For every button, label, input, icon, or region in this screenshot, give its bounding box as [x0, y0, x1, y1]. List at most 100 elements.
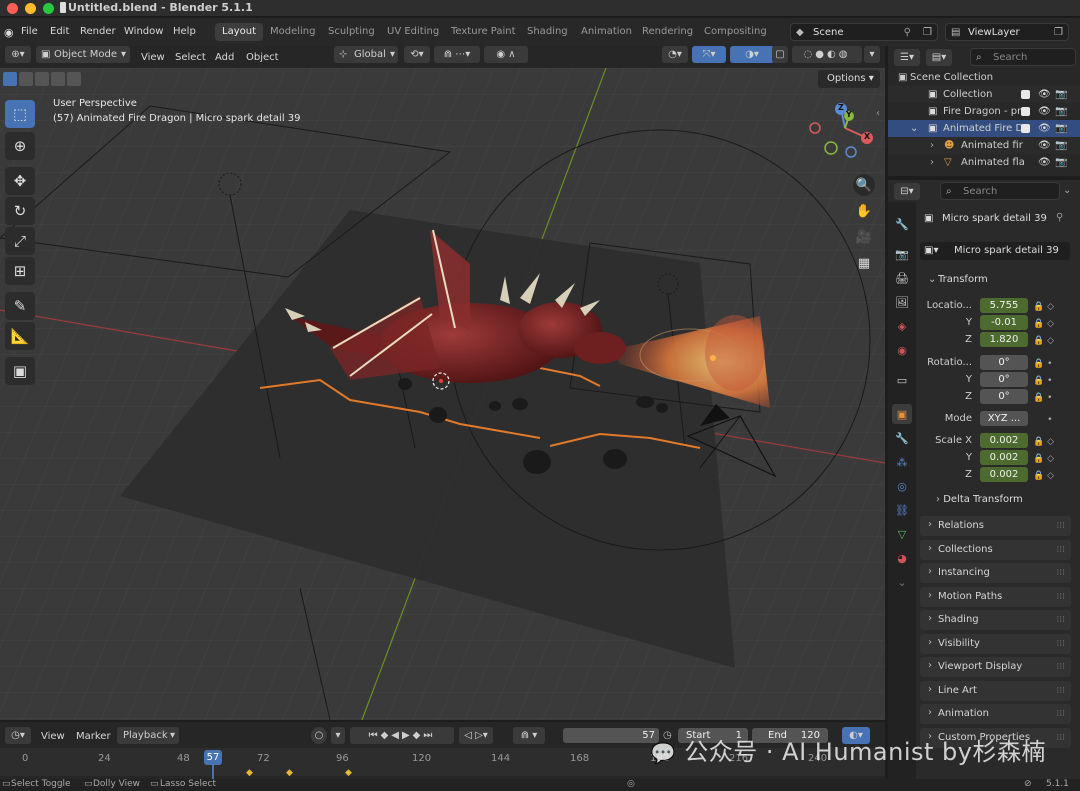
- editor-type-icon[interactable]: ⊕▾: [5, 46, 31, 63]
- tab-modeling[interactable]: Modeling: [263, 23, 323, 41]
- tab-animation[interactable]: Animation: [574, 23, 639, 41]
- move-tool-icon[interactable]: ✥: [5, 167, 35, 195]
- lock-icon[interactable]: 🔒 ◇: [1033, 468, 1063, 485]
- tab-texture-paint[interactable]: Texture Paint: [444, 23, 523, 41]
- transform-panel-header[interactable]: ⌄ Transform: [920, 270, 1071, 290]
- minimize-window-button[interactable]: [25, 3, 36, 14]
- scale-x-field[interactable]: 0.002: [980, 433, 1028, 448]
- tab-sculpting[interactable]: Sculpting: [321, 23, 382, 41]
- xray-icon[interactable]: ▢: [772, 46, 788, 63]
- scene-stats-icon[interactable]: ◎: [627, 779, 635, 789]
- viewport-menu-view[interactable]: View: [141, 49, 165, 66]
- playhead[interactable]: 57: [204, 750, 222, 765]
- properties-search-input[interactable]: ⌕ Search: [940, 182, 1060, 200]
- viewport-menu-select[interactable]: Select: [175, 49, 206, 66]
- camera-icon[interactable]: 📷: [1055, 137, 1067, 154]
- panel-viewport-display[interactable]: Viewport Display ⁞⁞⁞: [920, 656, 1071, 677]
- drag-handle-icon[interactable]: ⁞⁞⁞: [1056, 704, 1065, 724]
- eye-icon[interactable]: 👁: [1038, 103, 1051, 120]
- panel-visibility[interactable]: Visibility ⁞⁞⁞: [920, 633, 1071, 654]
- tool-tab-icon[interactable]: 🔧: [892, 214, 912, 234]
- panel-motion-paths[interactable]: Motion Paths ⁞⁞⁞: [920, 586, 1071, 607]
- outliner-row-collection[interactable]: ▣ Collection 👁 📷: [888, 86, 1080, 103]
- lock-icon[interactable]: 🔒 ◇: [1033, 333, 1063, 350]
- auto-keying-icon[interactable]: ⋒ ▾: [513, 727, 545, 744]
- view-layer-tab-icon[interactable]: 🖼: [892, 292, 912, 312]
- outliner-editor-type-icon[interactable]: ☰▾: [894, 49, 920, 66]
- keyframe-jump-icon[interactable]: ◁ ▷▾: [459, 727, 493, 744]
- new-viewlayer-icon[interactable]: ❐: [1054, 24, 1063, 42]
- exclude-checkbox[interactable]: [1021, 107, 1030, 116]
- select-extend-icon[interactable]: [19, 72, 33, 86]
- cursor-tool-icon[interactable]: ⊕: [5, 132, 35, 160]
- record-icon[interactable]: ○: [311, 727, 327, 744]
- rotation-x-field[interactable]: 0°: [980, 355, 1028, 370]
- camera-icon[interactable]: 📷: [1055, 86, 1067, 103]
- timeline-editor-type-icon[interactable]: ◷▾: [5, 727, 31, 744]
- object-data-field[interactable]: ▣▾ Micro spark detail 39: [920, 242, 1070, 260]
- keyframe-icon[interactable]: ◆: [345, 768, 352, 778]
- outliner-row-animated-flame[interactable]: › ▽ Animated fla 👁 📷: [888, 154, 1080, 171]
- chevron-down-icon[interactable]: ▾: [331, 727, 345, 744]
- modifiers-tab-icon[interactable]: 🔧: [892, 428, 912, 448]
- scale-y-field[interactable]: 0.002: [980, 450, 1028, 465]
- drag-handle-icon[interactable]: ⁞⁞⁞: [1056, 587, 1065, 607]
- viewport-menu-object[interactable]: Object: [246, 49, 279, 66]
- camera-view-icon[interactable]: 🎥: [853, 226, 875, 248]
- pin-icon[interactable]: ⚲: [1056, 212, 1063, 223]
- tab-compositing[interactable]: Compositing: [697, 23, 774, 41]
- output-tab-icon[interactable]: 🖨: [892, 268, 912, 288]
- select-new-icon[interactable]: [3, 72, 17, 86]
- visibility-icon[interactable]: ◔▾: [662, 46, 688, 63]
- camera-icon[interactable]: 📷: [1055, 120, 1067, 137]
- orientation-dropdown[interactable]: ⊹ Global ▾: [334, 46, 398, 63]
- drag-handle-icon[interactable]: ⁞⁞⁞: [1056, 634, 1065, 654]
- eye-icon[interactable]: 👁: [1038, 154, 1051, 171]
- menu-file[interactable]: File: [21, 26, 38, 37]
- chevron-right-icon[interactable]: ›: [930, 137, 934, 154]
- delta-transform-subpanel[interactable]: › Delta Transform: [936, 494, 1023, 505]
- zoom-window-button[interactable]: [43, 3, 54, 14]
- render-tab-icon[interactable]: 📷: [892, 244, 912, 264]
- select-box-tool-icon[interactable]: ⬚: [5, 100, 35, 128]
- gizmo-toggle-icon[interactable]: ⤧▾: [692, 46, 726, 63]
- panel-relations[interactable]: Relations ⁞⁞⁞: [920, 515, 1071, 536]
- eye-icon[interactable]: 👁: [1038, 120, 1051, 137]
- drag-handle-icon[interactable]: ⁞⁞⁞: [1056, 563, 1065, 583]
- pin-icon[interactable]: ⚲: [904, 24, 911, 42]
- lock-icon[interactable]: 🔒 •: [1033, 373, 1063, 390]
- snap-icon[interactable]: ⋒ ⋯▾: [434, 46, 480, 63]
- drag-handle-icon[interactable]: ⁞⁞⁞: [1056, 610, 1065, 630]
- lock-icon[interactable]: 🔒 ◇: [1033, 451, 1063, 468]
- location-z-field[interactable]: 1.820: [980, 332, 1028, 347]
- outliner-row-animated-fire-dragon[interactable]: ⌄ ▣ Animated Fire Dr 👁 📷: [888, 120, 1080, 137]
- rotation-z-field[interactable]: 0°: [980, 389, 1028, 404]
- measure-tool-icon[interactable]: 📐: [5, 322, 35, 350]
- panel-instancing[interactable]: Instancing ⁞⁞⁞: [920, 562, 1071, 583]
- shading-options-icon[interactable]: ▾: [864, 46, 880, 63]
- lock-icon[interactable]: 🔒 ◇: [1033, 434, 1063, 451]
- outliner-search-input[interactable]: ⌕ Search: [970, 48, 1076, 66]
- rotation-mode-dropdown[interactable]: XYZ ...: [980, 411, 1028, 426]
- annotate-tool-icon[interactable]: ✎: [5, 292, 35, 320]
- properties-editor-type-icon[interactable]: ⊟▾: [894, 183, 920, 200]
- location-x-field[interactable]: 5.755: [980, 298, 1028, 313]
- playback-dropdown[interactable]: Playback ▾: [117, 727, 179, 744]
- lock-icon[interactable]: 🔒 •: [1033, 356, 1063, 373]
- perspective-grid-icon[interactable]: ▦: [853, 252, 875, 274]
- rotation-y-field[interactable]: 0°: [980, 372, 1028, 387]
- rotate-tool-icon[interactable]: ↻: [5, 197, 35, 225]
- select-invert-icon[interactable]: [51, 72, 65, 86]
- drag-handle-icon[interactable]: ⁞⁞⁞: [1056, 540, 1065, 560]
- transform-tool-icon[interactable]: ⊞: [5, 257, 35, 285]
- scene-selector[interactable]: ◆ Scene ⚲ ❐: [790, 23, 938, 41]
- panel-collections[interactable]: Collections ⁞⁞⁞: [920, 539, 1071, 560]
- timeline-menu-marker[interactable]: Marker: [76, 728, 111, 745]
- tab-layout[interactable]: Layout: [215, 23, 263, 41]
- display-mode-icon[interactable]: ▤▾: [926, 49, 952, 66]
- drag-handle-icon[interactable]: ⁞⁞⁞: [1056, 516, 1065, 536]
- lock-icon[interactable]: 🔒 ◇: [1033, 299, 1063, 316]
- outliner-row-fire-dragon[interactable]: ▣ Fire Dragon - pr 👁 📷: [888, 103, 1080, 120]
- select-subtract-icon[interactable]: [35, 72, 49, 86]
- scale-tool-icon[interactable]: ⤢: [5, 227, 35, 255]
